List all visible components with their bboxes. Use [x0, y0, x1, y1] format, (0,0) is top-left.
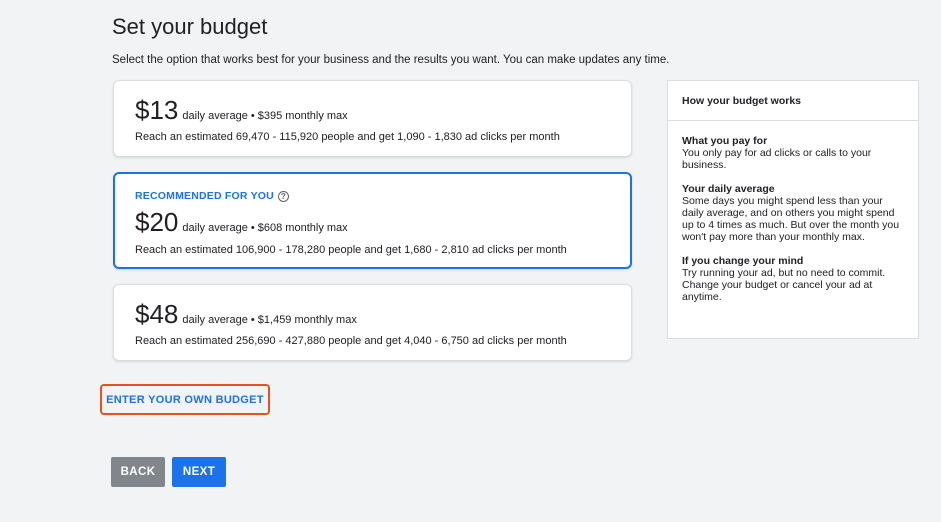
price-detail: daily average • $395 monthly max	[182, 110, 348, 122]
daily-price: $13	[135, 95, 179, 125]
info-section-text: You only pay for ad clicks or calls to y…	[682, 147, 872, 171]
reach-estimate: Reach an estimated 106,900 - 178,280 peo…	[135, 244, 567, 256]
budget-info-panel: How your budget works What you pay for Y…	[667, 80, 919, 339]
budget-option-20[interactable]: RECOMMENDED FOR YOU ? $20 daily average …	[113, 172, 632, 269]
info-section-title: Your daily average	[682, 183, 775, 195]
page-subtitle: Select the option that works best for yo…	[112, 54, 670, 66]
next-button[interactable]: NEXT	[172, 457, 226, 487]
daily-price: $20	[135, 207, 179, 237]
recommended-label: RECOMMENDED FOR YOU ?	[135, 190, 289, 202]
info-section-title: If you change your mind	[682, 255, 804, 267]
info-section-title: What you pay for	[682, 135, 768, 147]
info-section-daily-average: Your daily average Some days you might s…	[682, 183, 904, 243]
info-section-change-mind: If you change your mind Try running your…	[682, 255, 904, 303]
budget-option-13[interactable]: $13 daily average • $395 monthly max Rea…	[113, 80, 632, 157]
reach-estimate: Reach an estimated 256,690 - 427,880 peo…	[135, 335, 567, 347]
budget-page: Set your budget Select the option that w…	[0, 0, 941, 522]
back-button[interactable]: BACK	[111, 457, 165, 487]
price-detail: daily average • $608 monthly max	[182, 222, 348, 234]
daily-price: $48	[135, 299, 179, 329]
reach-estimate: Reach an estimated 69,470 - 115,920 peop…	[135, 131, 560, 143]
info-section-text: Try running your ad, but no need to comm…	[682, 267, 886, 303]
info-panel-title: How your budget works	[668, 81, 918, 121]
help-circle-icon[interactable]: ?	[277, 190, 289, 202]
info-section-pay: What you pay for You only pay for ad cli…	[682, 135, 904, 171]
page-title: Set your budget	[112, 14, 268, 39]
price-detail: daily average • $1,459 monthly max	[182, 314, 357, 326]
info-section-text: Some days you might spend less than your…	[682, 195, 900, 243]
price-row: $48 daily average • $1,459 monthly max	[135, 299, 357, 329]
info-panel-body: What you pay for You only pay for ad cli…	[668, 121, 918, 303]
price-row: $20 daily average • $608 monthly max	[135, 207, 348, 237]
price-row: $13 daily average • $395 monthly max	[135, 95, 348, 125]
budget-option-48[interactable]: $48 daily average • $1,459 monthly max R…	[113, 284, 632, 361]
recommended-text: RECOMMENDED FOR YOU	[135, 190, 274, 202]
enter-own-budget-button[interactable]: ENTER YOUR OWN BUDGET	[100, 384, 270, 415]
